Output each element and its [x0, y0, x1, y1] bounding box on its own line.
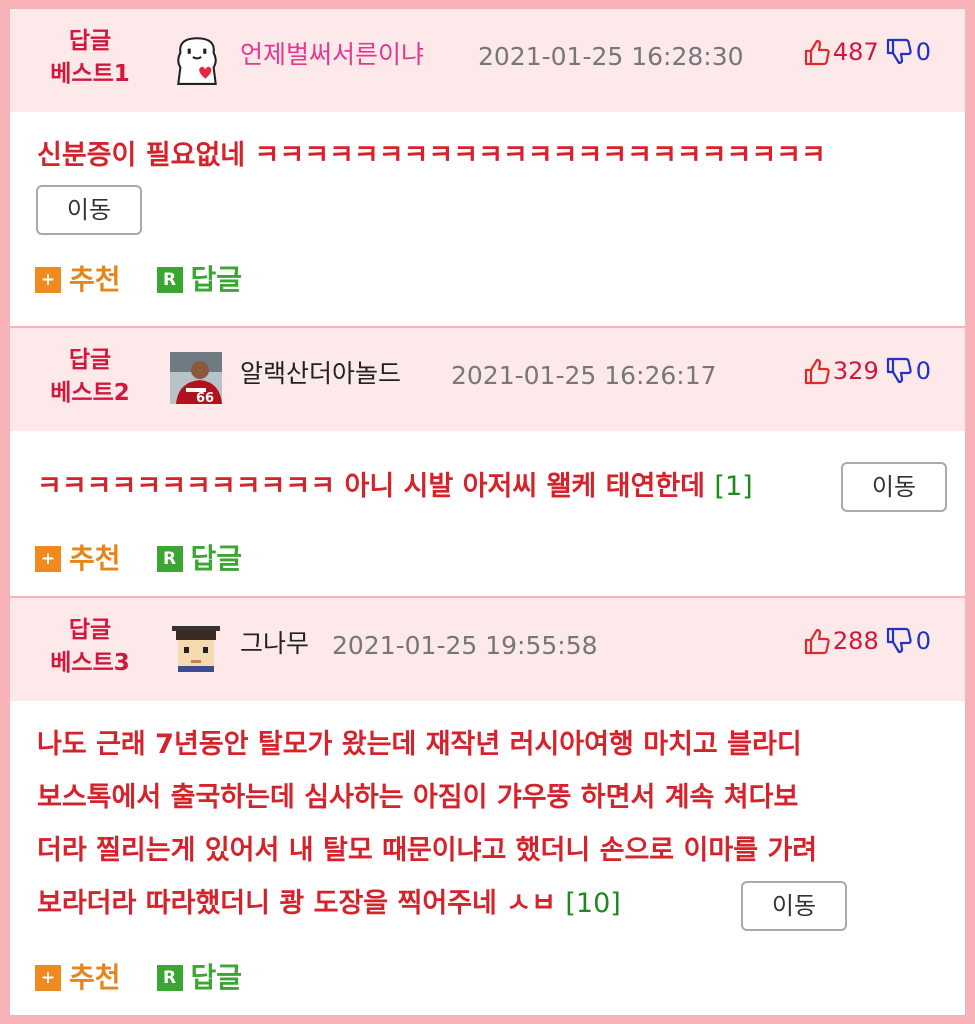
reply-r-icon: R [156, 546, 183, 572]
comment-date: 2021-01-25 16:26:17 [451, 361, 717, 390]
comment-text-line: 더라 찔리는게 있어서 내 탈모 때문이냐고 했더니 손으로 이마를 가려 [37, 835, 818, 866]
recommend-button[interactable]: + 추천 [35, 541, 121, 577]
recommend-button[interactable]: + 추천 [35, 960, 121, 996]
best-badge-line1: 답글 [68, 28, 112, 54]
recommend-label: 추천 [69, 263, 121, 296]
vote-counts: 288 0 [803, 625, 931, 657]
reply-button[interactable]: R 답글 [156, 960, 243, 996]
comment-date: 2021-01-25 16:28:30 [478, 42, 744, 71]
comment-text-line: 보라더라 따라했더니 쾅 도장을 찍어주네 ㅅㅂ [37, 888, 556, 919]
comment-text: ㅋㅋㅋㅋㅋㅋㅋㅋㅋㅋㅋㅋ 아니 시발 아저씨 왤케 태연한데 [1] [37, 464, 753, 509]
reply-label: 답글 [190, 961, 243, 994]
like-count: 487 [832, 38, 879, 66]
recommend-label: 추천 [69, 542, 121, 575]
comment-text-line: 나도 근래 7년동안 탈모가 왔는데 재작년 러시아여행 마치고 블라디 [37, 729, 802, 760]
comment-actions: + 추천 R 답글 [35, 960, 242, 996]
vote-counts: 329 0 [803, 355, 931, 387]
best-badge: 답글 베스트1 [30, 25, 150, 91]
best-badge-line2: 베스트1 [50, 61, 130, 87]
best-badge-line1: 답글 [68, 617, 112, 643]
plus-icon: + [35, 267, 61, 293]
reply-label: 답글 [190, 542, 243, 575]
comment-header: 답글 베스트3 그나무 2021-01-25 19:55:58 288 0 [10, 598, 965, 701]
comment-text: 신분증이 필요없네 ㅋㅋㅋㅋㅋㅋㅋㅋㅋㅋㅋㅋㅋㅋㅋㅋㅋㅋㅋㅋㅋㅋㅋ [37, 140, 826, 171]
thumbs-up-icon[interactable] [803, 356, 831, 386]
move-button[interactable]: 이동 [741, 881, 847, 931]
svg-text:66: 66 [196, 391, 214, 404]
comment-text-line: 보스톡에서 출국하는데 심사하는 아짐이 갸우뚱 하면서 계속 쳐다보 [37, 782, 799, 813]
comment-actions: + 추천 R 답글 [35, 541, 242, 577]
move-button[interactable]: 이동 [841, 462, 947, 512]
dislike-count: 0 [915, 357, 931, 385]
best-comment-2: 답글 베스트2 66 알랙산더아놀드 2021-01-25 16:26:17 3… [10, 328, 965, 596]
reply-r-icon: R [156, 267, 183, 293]
thumbs-down-icon[interactable] [885, 37, 913, 67]
thumbs-down-icon[interactable] [885, 626, 913, 656]
thumbs-down-icon[interactable] [885, 356, 913, 386]
comment-list: 답글 베스트1 언제벌써서른이냐 2021-01-25 16:28:30 487 [10, 9, 965, 1015]
comment-header: 답글 베스트1 언제벌써서른이냐 2021-01-25 16:28:30 487 [10, 9, 965, 112]
move-button[interactable]: 이동 [36, 185, 142, 235]
thumbs-up-icon[interactable] [803, 37, 831, 67]
plus-icon: + [35, 546, 61, 572]
white-bear-heart-avatar-icon[interactable] [170, 31, 224, 87]
best-badge-line1: 답글 [68, 347, 112, 373]
best-badge: 답글 베스트2 [30, 344, 150, 410]
nickname[interactable]: 알랙산더아놀드 [240, 357, 401, 391]
nickname[interactable]: 언제벌써서른이냐 [240, 38, 424, 72]
recommend-label: 추천 [69, 961, 121, 994]
reply-count[interactable]: [10] [565, 888, 620, 919]
best-badge: 답글 베스트3 [30, 614, 150, 680]
like-count: 329 [832, 357, 879, 385]
comment-text-last-line: 보라더라 따라했더니 쾅 도장을 찍어주네 ㅅㅂ [10] [37, 881, 621, 926]
dislike-count: 0 [915, 627, 931, 655]
comment-header: 답글 베스트2 66 알랙산더아놀드 2021-01-25 16:26:17 3… [10, 328, 965, 431]
reply-r-icon: R [156, 965, 183, 991]
best-comment-3: 답글 베스트3 그나무 2021-01-25 19:55:58 288 0 나도… [10, 598, 965, 1015]
comment-date: 2021-01-25 19:55:58 [332, 631, 598, 660]
best-badge-line2: 베스트3 [50, 650, 130, 676]
dislike-count: 0 [915, 38, 931, 66]
thumbs-up-icon[interactable] [803, 626, 831, 656]
reply-button[interactable]: R 답글 [156, 541, 243, 577]
vote-counts: 487 0 [803, 36, 931, 68]
reply-button[interactable]: R 답글 [156, 262, 243, 298]
plus-icon: + [35, 965, 61, 991]
graduate-boy-avatar-icon[interactable] [170, 622, 222, 674]
best-badge-line2: 베스트2 [50, 380, 130, 406]
football-player-photo-avatar-icon[interactable]: 66 [170, 352, 222, 404]
nickname[interactable]: 그나무 [240, 627, 309, 661]
like-count: 288 [832, 627, 879, 655]
comment-actions: + 추천 R 답글 [35, 262, 242, 298]
best-comment-1: 답글 베스트1 언제벌써서른이냐 2021-01-25 16:28:30 487 [10, 9, 965, 326]
reply-count[interactable]: [1] [714, 471, 752, 502]
recommend-button[interactable]: + 추천 [35, 262, 121, 298]
reply-label: 답글 [190, 263, 243, 296]
comment-text-body: ㅋㅋㅋㅋㅋㅋㅋㅋㅋㅋㅋㅋ 아니 시발 아저씨 왤케 태연한데 [37, 471, 705, 502]
